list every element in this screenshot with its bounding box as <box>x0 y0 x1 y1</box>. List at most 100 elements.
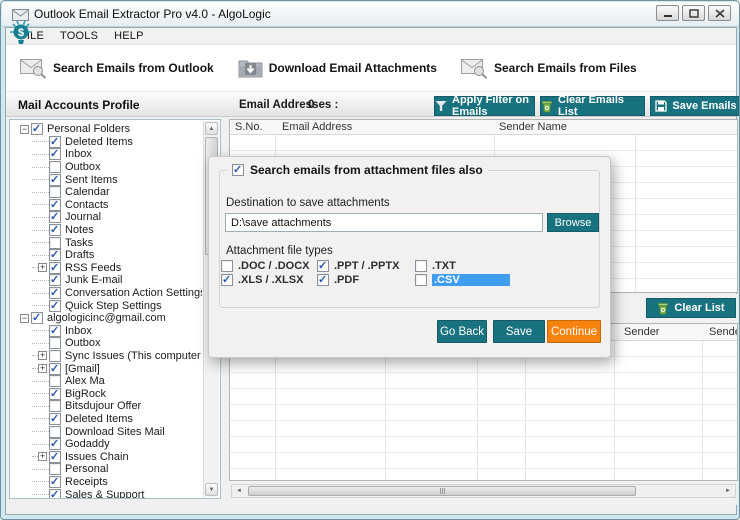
folder-checkbox[interactable] <box>49 325 61 337</box>
folder-checkbox[interactable] <box>49 161 61 173</box>
destination-input[interactable] <box>225 213 543 232</box>
tree-item-outbox[interactable]: Outbox <box>12 161 202 174</box>
tree-item-conversation-action-settings[interactable]: Conversation Action Settings <box>12 287 202 300</box>
folder-checkbox[interactable] <box>49 199 61 211</box>
folder-checkbox[interactable] <box>49 249 61 261</box>
filetype-ppt-pptx[interactable]: .PPT / .PPTX <box>317 259 399 272</box>
scroll-right-icon[interactable]: ► <box>721 485 735 497</box>
bulb-dollar-icon[interactable]: $ <box>6 18 36 48</box>
filetype-checkbox[interactable] <box>415 274 427 286</box>
folder-checkbox[interactable] <box>49 476 61 488</box>
folder-checkbox[interactable] <box>49 426 61 438</box>
filetype-pdf[interactable]: .PDF <box>317 273 359 286</box>
folder-checkbox[interactable] <box>49 287 61 299</box>
tree-item-deleted-items[interactable]: Deleted Items <box>12 136 202 149</box>
toolbar-button-download-email-attachments[interactable]: Download Email Attachments <box>238 58 437 79</box>
folder-checkbox[interactable] <box>31 312 43 324</box>
tree-item-bigrock[interactable]: BigRock <box>12 387 202 400</box>
folder-label: Drafts <box>65 249 94 261</box>
expand-icon[interactable]: + <box>38 364 47 373</box>
browse-button[interactable]: Browse <box>547 213 599 232</box>
toolbar-button-search-emails-from-files[interactable]: Search Emails from Files <box>461 57 637 79</box>
tree-item-bitsdujour-offer[interactable]: Bitsdujour Offer <box>12 400 202 413</box>
tree-item-rss-feeds[interactable]: +RSS Feeds <box>12 262 202 275</box>
folder-checkbox[interactable] <box>49 375 61 387</box>
folder-checkbox[interactable] <box>49 136 61 148</box>
go-back-button[interactable]: Go Back <box>437 320 487 343</box>
tree-item-quick-step-settings[interactable]: Quick Step Settings <box>12 299 202 312</box>
tree-item-godaddy[interactable]: Godaddy <box>12 438 202 451</box>
tree-item-drafts[interactable]: Drafts <box>12 249 202 262</box>
folder-checkbox[interactable] <box>49 174 61 186</box>
filetype-xls-xlsx[interactable]: .XLS / .XLSX <box>221 273 303 286</box>
tree-item-tasks[interactable]: Tasks <box>12 236 202 249</box>
tree-item-algologicinc-gmail-com[interactable]: −algologicinc@gmail.com <box>12 312 202 325</box>
folder-checkbox[interactable] <box>49 262 61 274</box>
tree-item-inbox[interactable]: Inbox <box>12 325 202 338</box>
horizontal-scrollbar-thumb[interactable] <box>248 486 636 496</box>
scroll-down-icon[interactable]: ▼ <box>205 483 218 496</box>
scroll-left-icon[interactable]: ◄ <box>232 485 246 497</box>
expand-icon[interactable]: + <box>38 263 47 272</box>
filetype-csv[interactable]: .CSV <box>415 273 510 286</box>
clear-emails-list-button[interactable]: Clear Emails List <box>540 96 645 116</box>
folder-checkbox[interactable] <box>49 350 61 362</box>
tree-item-download-sites-mail[interactable]: Download Sites Mail <box>12 425 202 438</box>
folder-checkbox[interactable] <box>49 237 61 249</box>
clear-list-button[interactable]: Clear List <box>646 298 736 318</box>
tree-item-gmail[interactable]: +[Gmail] <box>12 362 202 375</box>
folder-checkbox[interactable] <box>49 300 61 312</box>
tree-item-contacts[interactable]: Contacts <box>12 199 202 212</box>
folder-checkbox[interactable] <box>49 400 61 412</box>
expand-icon[interactable]: + <box>38 351 47 360</box>
search-attachments-checkbox[interactable] <box>232 164 244 176</box>
tree-item-receipts[interactable]: Receipts <box>12 476 202 489</box>
filetype-checkbox[interactable] <box>317 260 329 272</box>
continue-button[interactable]: Continue <box>547 320 601 343</box>
tree-item-deleted-items[interactable]: Deleted Items <box>12 413 202 426</box>
tree-item-notes[interactable]: Notes <box>12 224 202 237</box>
folder-checkbox[interactable] <box>49 337 61 349</box>
filetype-checkbox[interactable] <box>221 274 233 286</box>
expand-icon[interactable]: + <box>38 452 47 461</box>
tree-item-calendar[interactable]: Calendar <box>12 186 202 199</box>
tree-item-sales-support[interactable]: Sales & Support <box>12 488 202 498</box>
filetype-doc-docx[interactable]: .DOC / .DOCX <box>221 259 310 272</box>
filetype-checkbox[interactable] <box>415 260 427 272</box>
tree-item-sent-items[interactable]: Sent Items <box>12 173 202 186</box>
collapse-icon[interactable]: − <box>20 314 29 323</box>
tree-item-personal-folders[interactable]: −Personal Folders <box>12 123 202 136</box>
filetype-txt[interactable]: .TXT <box>415 259 456 272</box>
horizontal-scrollbar[interactable]: ◄ ► <box>231 484 736 498</box>
folder-checkbox[interactable] <box>49 413 61 425</box>
apply-filter-on-emails-button[interactable]: Apply Filter on Emails <box>434 96 535 116</box>
tree-connector <box>32 280 49 281</box>
scroll-up-icon[interactable]: ▲ <box>205 122 218 135</box>
tree-item-journal[interactable]: Journal <box>12 211 202 224</box>
tree-item-junk-e-mail[interactable]: Junk E-mail <box>12 274 202 287</box>
toolbar-button-search-emails-from-outlook[interactable]: Search Emails from Outlook <box>20 57 214 79</box>
folder-checkbox[interactable] <box>49 363 61 375</box>
folder-checkbox[interactable] <box>31 123 43 135</box>
tree-item-alex-ma[interactable]: Alex Ma <box>12 375 202 388</box>
folder-checkbox[interactable] <box>49 489 61 498</box>
filetype-checkbox[interactable] <box>221 260 233 272</box>
folder-checkbox[interactable] <box>49 148 61 160</box>
folder-checkbox[interactable] <box>49 388 61 400</box>
collapse-icon[interactable]: − <box>20 125 29 134</box>
tree-item-issues-chain[interactable]: +Issues Chain <box>12 450 202 463</box>
folder-checkbox[interactable] <box>49 274 61 286</box>
tree-item-inbox[interactable]: Inbox <box>12 148 202 161</box>
tree-item-personal[interactable]: Personal <box>12 463 202 476</box>
tree-item-sync-issues-this-computer-only[interactable]: +Sync Issues (This computer only) <box>12 350 202 363</box>
save-button[interactable]: Save <box>493 320 545 343</box>
folder-checkbox[interactable] <box>49 186 61 198</box>
folder-checkbox[interactable] <box>49 224 61 236</box>
folder-checkbox[interactable] <box>49 451 61 463</box>
tree-item-outbox[interactable]: Outbox <box>12 337 202 350</box>
save-emails-button[interactable]: Save Emails <box>650 96 740 116</box>
folder-checkbox[interactable] <box>49 463 61 475</box>
folder-checkbox[interactable] <box>49 438 61 450</box>
folder-checkbox[interactable] <box>49 211 61 223</box>
filetype-checkbox[interactable] <box>317 274 329 286</box>
